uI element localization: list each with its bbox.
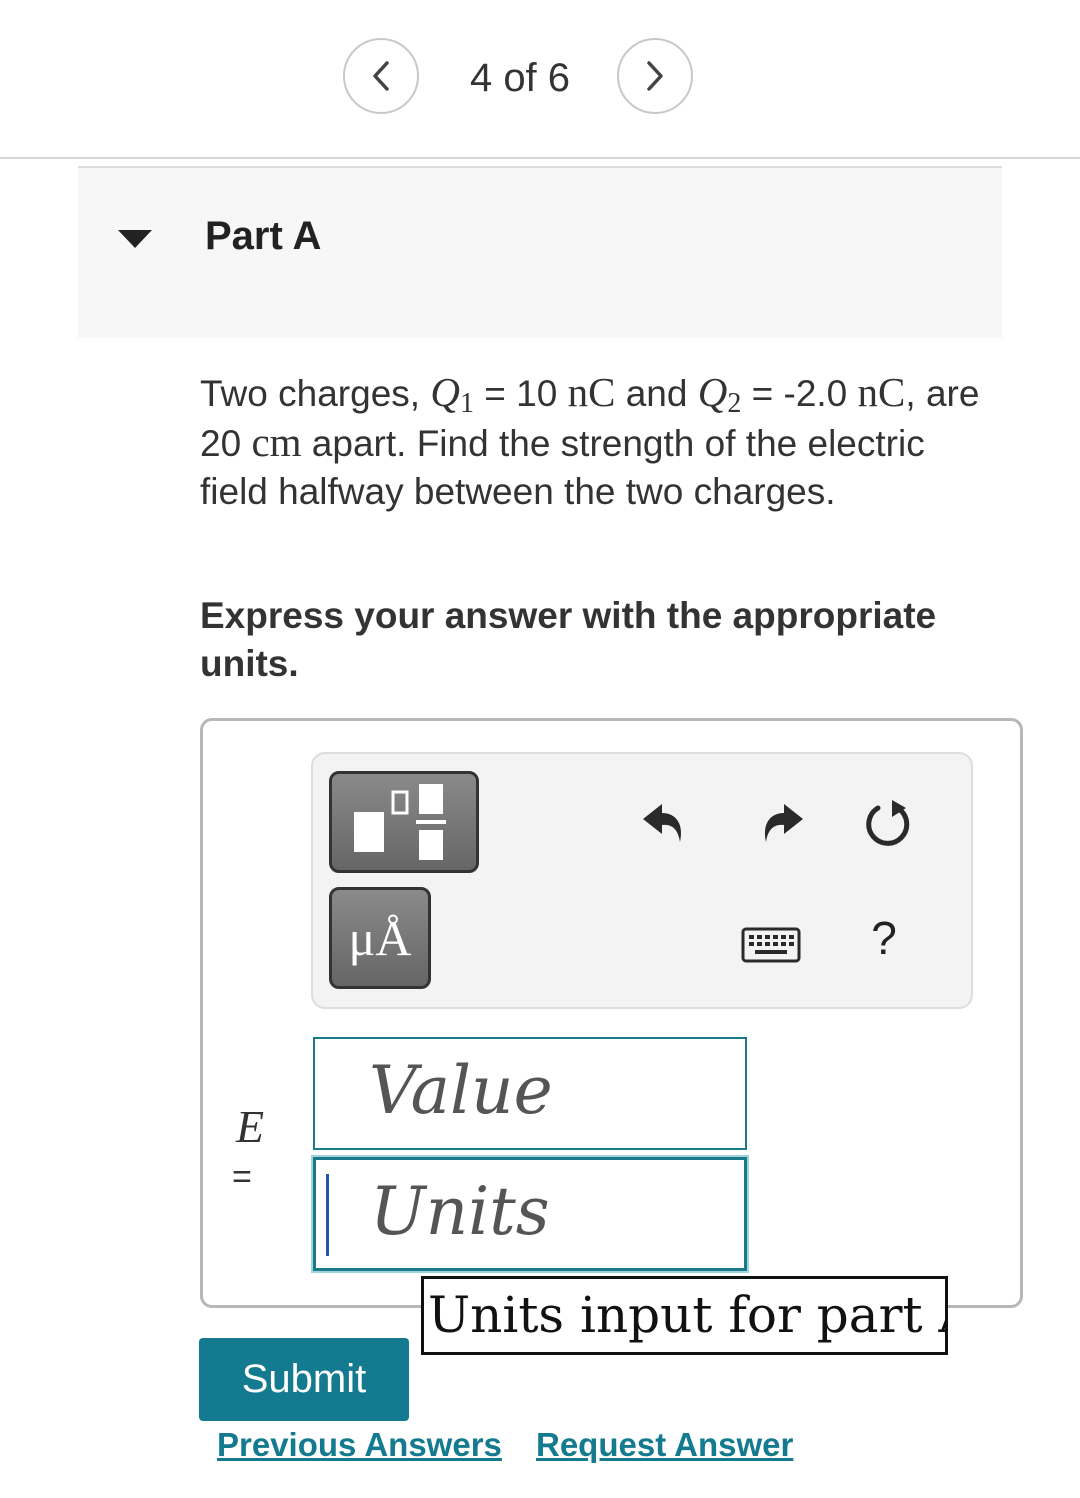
undo-icon: [643, 804, 682, 842]
submit-button[interactable]: Submit: [199, 1338, 409, 1421]
charge-symbol: Q: [697, 369, 728, 415]
answer-instruction: Express your answer with the appropriate…: [200, 595, 937, 684]
reset-icon: [866, 800, 910, 846]
question-text-segment: apart. Find the strength of the electric…: [200, 423, 925, 512]
chevron-right-icon: [647, 61, 663, 91]
question-text-segment: and: [615, 373, 698, 414]
unit-symbol: nC: [857, 369, 906, 415]
units-placeholder: Units: [370, 1173, 550, 1250]
units-input-tooltip: Units input for part A: [421, 1276, 948, 1355]
unit-symbol: nC: [567, 369, 616, 415]
answer-variable: E: [236, 1101, 265, 1152]
help-button[interactable]: ?: [864, 910, 904, 966]
chevron-left-icon: [373, 61, 389, 91]
previous-answers-link[interactable]: Previous Answers: [217, 1426, 502, 1464]
fraction-template-icon: [354, 784, 446, 860]
charge-symbol: Q: [430, 369, 460, 415]
charge-subscript: 2: [727, 388, 742, 419]
redo-icon: [764, 804, 803, 842]
part-header[interactable]: Part A: [78, 166, 1002, 338]
redo-button[interactable]: [756, 796, 806, 848]
header-divider: [0, 157, 1080, 159]
question-text-segment: = 10: [473, 373, 568, 414]
value-placeholder: Value: [369, 1052, 553, 1129]
undo-button[interactable]: [640, 796, 690, 848]
question-text: Two charges, Q1 = 10 nC and Q2 = -2.0 nC…: [200, 368, 1000, 516]
keyboard-button[interactable]: [741, 926, 801, 964]
caret-down-icon[interactable]: [118, 230, 152, 248]
unit-symbol: cm: [251, 419, 302, 465]
question-text-segment: Two charges,: [200, 373, 431, 414]
question-text-segment: = -2.0: [741, 373, 858, 414]
keyboard-icon: [741, 927, 801, 963]
next-question-button[interactable]: [617, 38, 693, 114]
text-cursor: [326, 1174, 329, 1256]
page-indicator: 4 of 6: [469, 56, 571, 100]
reset-button[interactable]: [862, 798, 914, 850]
templates-button[interactable]: [329, 771, 479, 873]
units-button-label: μÅ: [348, 910, 412, 966]
equals-sign: =: [232, 1158, 252, 1196]
units-button[interactable]: μÅ: [329, 887, 431, 989]
units-input[interactable]: Units: [313, 1157, 747, 1271]
charge-subscript: 1: [459, 388, 474, 419]
request-answer-link[interactable]: Request Answer: [536, 1426, 793, 1464]
part-title: Part A: [205, 214, 322, 258]
value-input[interactable]: Value: [313, 1037, 747, 1150]
prev-question-button[interactable]: [343, 38, 419, 114]
